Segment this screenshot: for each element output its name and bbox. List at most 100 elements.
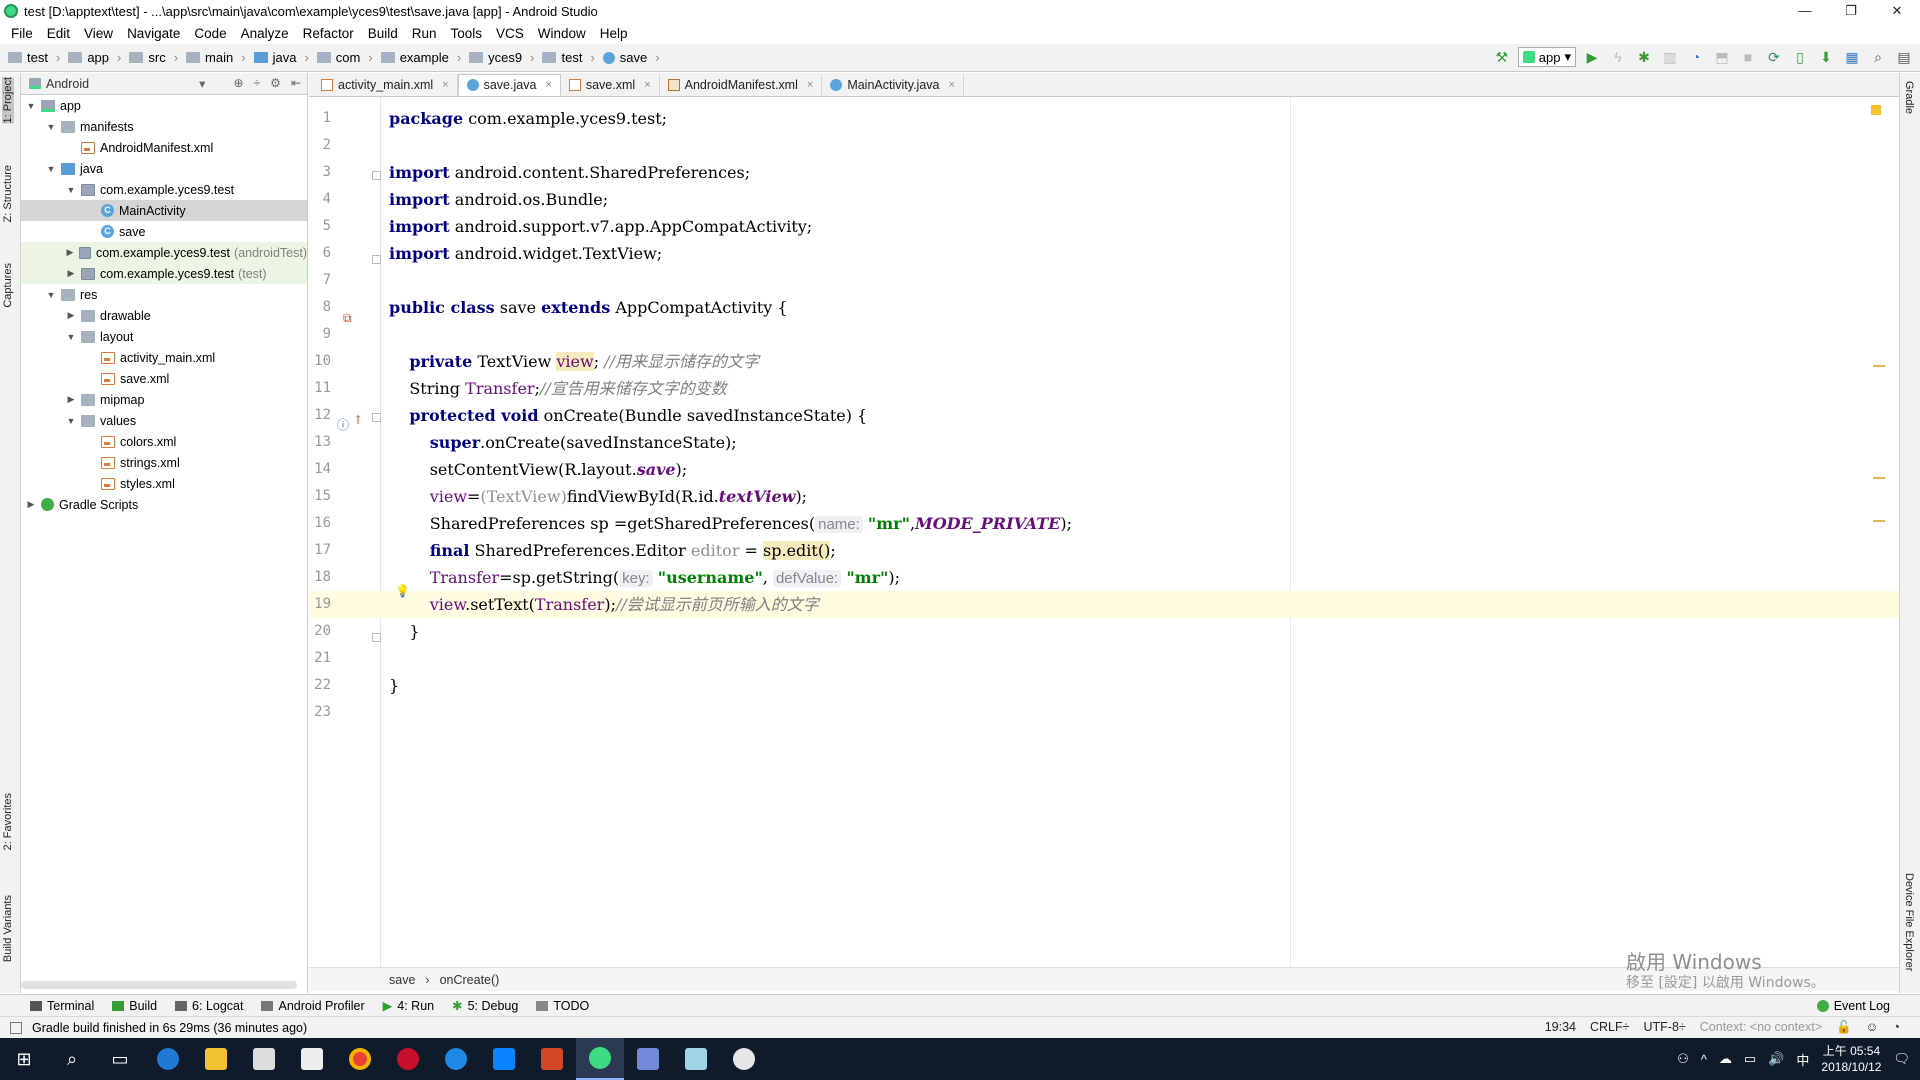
tree-item[interactable]: ▼ java (21, 158, 307, 179)
tool-tab-debug[interactable]: ✱ 5: Debug (452, 998, 518, 1014)
toggle-tool-windows-icon[interactable] (10, 1021, 22, 1034)
run-icon[interactable]: ▶ (1582, 47, 1602, 67)
menu-run[interactable]: Run (405, 26, 444, 41)
code-line[interactable]: 21 (309, 645, 1899, 672)
discord-icon[interactable] (624, 1038, 672, 1080)
close-button[interactable]: ✕ (1874, 0, 1920, 22)
code-line[interactable]: 1 package com.example.yces9.test; (309, 105, 1899, 132)
chevron-down-icon[interactable]: ▼ (45, 164, 57, 174)
event-log-button[interactable]: Event Log (1816, 999, 1890, 1013)
breadcrumb-test-pkg[interactable]: test › (542, 50, 595, 65)
task-view-icon[interactable]: ▭ (96, 1038, 144, 1080)
chevron-right-icon[interactable]: ▶ (25, 499, 37, 510)
clock[interactable]: 上午 05:54 2018/10/12 (1821, 1043, 1881, 1075)
volume-icon[interactable]: 🔊 (1768, 1051, 1784, 1067)
tree-item[interactable]: ▶ drawable (21, 305, 307, 326)
tab-gradle[interactable]: Gradle (1903, 81, 1915, 114)
tree-item[interactable]: activity_main.xml (21, 347, 307, 368)
tree-item[interactable]: save.xml (21, 368, 307, 389)
profile-icon[interactable]: ◔ (1686, 47, 1706, 67)
menu-help[interactable]: Help (593, 26, 635, 41)
tree-item[interactable]: ▼ layout (21, 326, 307, 347)
tree-item[interactable]: ▼ res (21, 284, 307, 305)
file-encoding[interactable]: UTF-8÷ (1644, 1020, 1686, 1035)
onedrive-icon[interactable]: ☁ (1719, 1051, 1732, 1067)
fold-marker[interactable] (372, 171, 381, 180)
editor-tab[interactable]: MainActivity.java × (822, 74, 964, 96)
tree-item[interactable]: ▼ values (21, 410, 307, 431)
code-line[interactable]: 6 import android.widget.TextView; (309, 240, 1899, 267)
breadcrumb-example[interactable]: example › (380, 50, 461, 65)
menu-view[interactable]: View (77, 26, 120, 41)
chevron-right-icon[interactable]: ▶ (65, 268, 77, 279)
chrome-icon[interactable] (336, 1038, 384, 1080)
chevron-down-icon[interactable]: ▼ (65, 185, 77, 195)
warning-marker[interactable] (1873, 520, 1885, 522)
avd-manager-icon[interactable]: ▯ (1790, 47, 1810, 67)
caret-position[interactable]: 19:34 (1545, 1020, 1576, 1035)
tab-captures[interactable]: Captures (2, 263, 14, 308)
sync-gradle-icon[interactable]: ⟳ (1764, 47, 1784, 67)
menu-edit[interactable]: Edit (40, 26, 77, 41)
tool-tab-todo[interactable]: TODO (536, 999, 589, 1013)
tree-item[interactable]: ▼ com.example.yces9.test (21, 179, 307, 200)
collapse-all-icon[interactable]: ÷ (254, 76, 261, 90)
fold-marker[interactable] (372, 633, 381, 642)
menu-refactor[interactable]: Refactor (296, 26, 361, 41)
code-line[interactable]: 9 (309, 321, 1899, 348)
editor-breadcrumb-class[interactable]: save (389, 973, 415, 987)
ime-indicator[interactable]: 中 (1796, 1050, 1809, 1069)
code-line[interactable]: 11 String Transfer;//宣告用来储存文字的变数 (309, 375, 1899, 402)
warning-marker[interactable] (1873, 477, 1885, 479)
code-line[interactable]: 3 import android.content.SharedPreference… (309, 159, 1899, 186)
chevron-down-icon[interactable]: ▼ (25, 101, 37, 111)
attach-debugger-icon[interactable]: ⬒ (1712, 47, 1732, 67)
network-icon[interactable]: ▭ (1744, 1051, 1756, 1067)
tree-item[interactable]: ▶ Gradle Scripts (21, 494, 307, 515)
app-red-icon[interactable] (384, 1038, 432, 1080)
activity-layout-icon[interactable]: ⧉ (343, 311, 352, 326)
code-line[interactable]: 17 final SharedPreferences.Editor editor… (309, 537, 1899, 564)
code-line[interactable]: 13 super.onCreate(savedInstanceState); (309, 429, 1899, 456)
fold-marker[interactable] (372, 413, 381, 422)
android-studio-taskbar-icon[interactable] (576, 1038, 624, 1080)
close-tab-icon[interactable]: × (948, 79, 954, 91)
editor-tab[interactable]: AndroidManifest.xml × (660, 74, 823, 96)
tree-item[interactable]: ▶ com.example.yces9.test (test) (21, 263, 307, 284)
breadcrumb-yces9[interactable]: yces9 › (469, 50, 534, 65)
editor-breadcrumb-method[interactable]: onCreate() (440, 973, 500, 987)
warning-status-icon[interactable] (1871, 105, 1881, 115)
menu-navigate[interactable]: Navigate (120, 26, 187, 41)
store-icon[interactable] (240, 1038, 288, 1080)
chevron-right-icon[interactable]: ▶ (65, 247, 75, 258)
tree-item[interactable]: Csave (21, 221, 307, 242)
menu-tools[interactable]: Tools (444, 26, 490, 41)
chevron-down-icon[interactable]: ▼ (45, 122, 57, 132)
code-line[interactable]: 7 (309, 267, 1899, 294)
code-line[interactable]: 14 setContentView(R.layout.save); (309, 456, 1899, 483)
tool-tab-logcat[interactable]: 6: Logcat (175, 999, 243, 1013)
gear-icon[interactable]: ⚙ (270, 76, 281, 90)
code-line[interactable]: 2 (309, 132, 1899, 159)
people-icon[interactable]: ⚇ (1677, 1051, 1689, 1067)
tool-tab-build[interactable]: Build (112, 999, 157, 1013)
editor-tab[interactable]: save.xml × (561, 74, 660, 96)
code-line[interactable]: 22} (309, 672, 1899, 699)
code-line[interactable]: 4 import android.os.Bundle; (309, 186, 1899, 213)
status-message[interactable]: Gradle build finished in 6s 29ms (36 min… (32, 1021, 307, 1035)
windows-start-icon[interactable]: ⊞ (0, 1038, 48, 1080)
code-line[interactable]: 8 public class save extends AppCompatActi… (309, 294, 1899, 321)
minimize-button[interactable]: — (1782, 0, 1828, 22)
search-icon[interactable]: ⌕ (1868, 47, 1888, 67)
tree-item[interactable]: ▼ manifests (21, 116, 307, 137)
tool-tab-profiler[interactable]: Android Profiler (261, 999, 365, 1013)
tab-build-variants[interactable]: Build Variants (2, 895, 14, 962)
tree-item[interactable]: ▶ com.example.yces9.test (androidTest) (21, 242, 307, 263)
close-tab-icon[interactable]: × (442, 79, 448, 91)
notification-icon[interactable]: 🗨 (1893, 1051, 1910, 1067)
close-tab-icon[interactable]: × (644, 79, 650, 91)
tab-project[interactable]: 1: Project (2, 77, 14, 124)
tab-favorites[interactable]: 2: Favorites (2, 793, 14, 850)
tree-item[interactable]: C MainActivity (21, 200, 307, 221)
code-line[interactable]: 5 import android.support.v7.app.AppCompat… (309, 213, 1899, 240)
